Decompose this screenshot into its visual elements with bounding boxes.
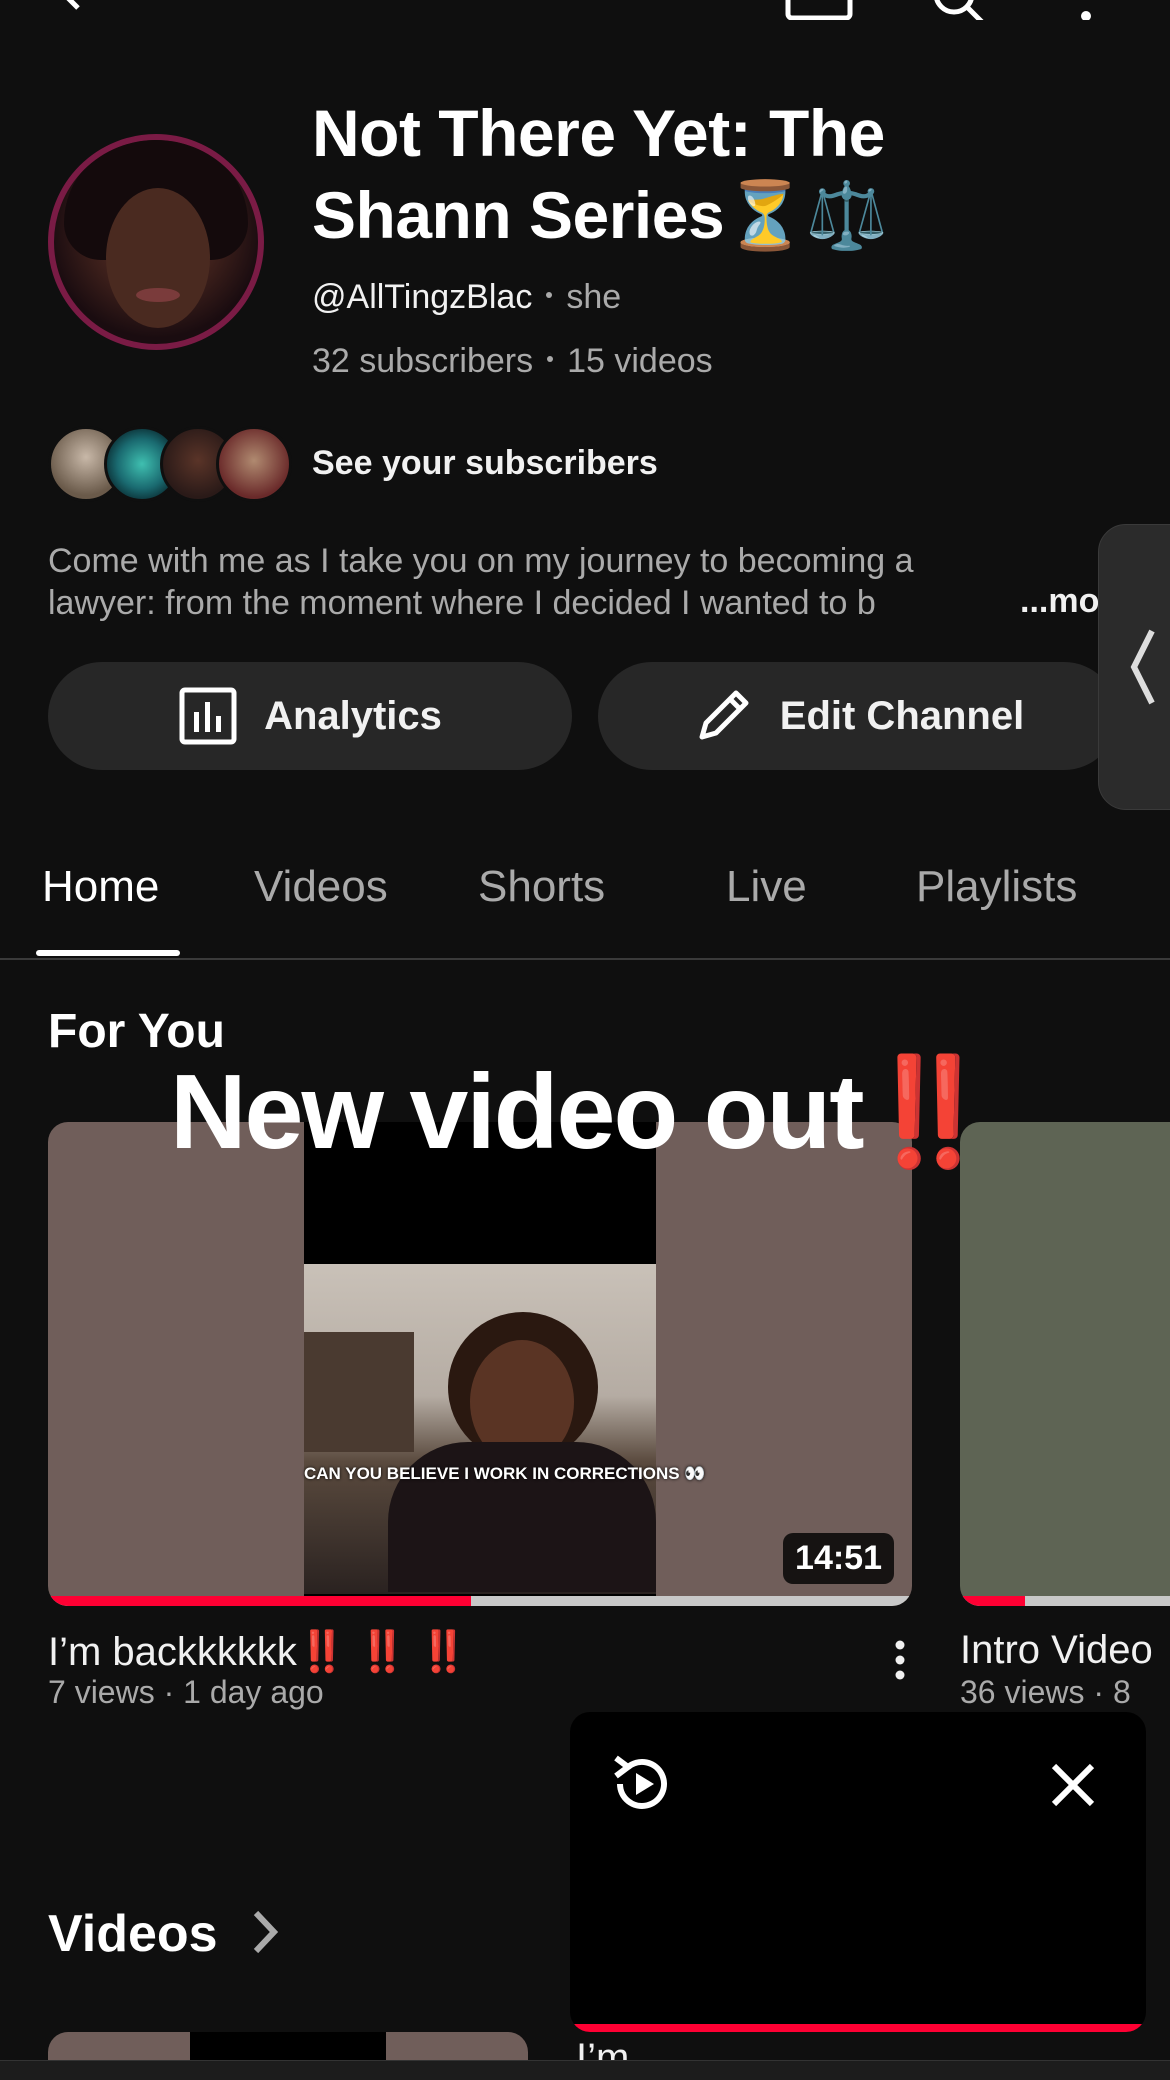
- description-line: Come with me as I take you on my journey…: [48, 542, 914, 580]
- tab-shorts[interactable]: Shorts: [478, 862, 605, 912]
- description-line: lawyer: from the moment where I decided …: [48, 584, 876, 622]
- video-thumbnail[interactable]: CAN YOU BELIEVE I WORK IN CORRECTIONS 👀 …: [48, 1122, 912, 1606]
- video-meta: 7 views · 1 day ago: [48, 1674, 324, 1710]
- chevron-left-icon: [1130, 629, 1155, 705]
- close-icon[interactable]: [1050, 1762, 1096, 1808]
- new-video-overlay: New video out‼️: [170, 1050, 994, 1174]
- pencil-icon: [699, 690, 749, 740]
- channel-title: Not There Yet: The Shann Series⏳⚖️: [312, 96, 888, 252]
- watch-progress-fill: [960, 1596, 1025, 1606]
- back-icon[interactable]: [52, 0, 92, 14]
- video-duration: 14:51: [783, 1533, 894, 1584]
- edit-channel-label: Edit Channel: [779, 693, 1025, 738]
- replay-icon[interactable]: [606, 1748, 678, 1820]
- more-vert-icon[interactable]: [1076, 0, 1096, 20]
- channel-avatar[interactable]: [48, 134, 264, 350]
- tab-live[interactable]: Live: [726, 862, 807, 912]
- subscriber-count: 32 subscribers: [312, 342, 534, 380]
- active-tab-indicator: [36, 950, 180, 956]
- channel-tabs: Home Videos Shorts Live Playlists: [0, 840, 1170, 960]
- channel-pronouns: she: [566, 278, 622, 316]
- watch-progress-fill: [48, 1596, 472, 1606]
- kebab-icon[interactable]: [880, 1636, 920, 1686]
- analytics-icon: [179, 687, 237, 745]
- avatar-face: [106, 188, 210, 328]
- videos-section-title[interactable]: Videos: [48, 1904, 280, 1964]
- separator-dot: [547, 356, 554, 363]
- analytics-label: Analytics: [264, 693, 442, 738]
- side-panel-handle[interactable]: [1098, 524, 1170, 810]
- overlay-text: New video out: [170, 1053, 865, 1171]
- top-app-bar: [0, 0, 1170, 20]
- mini-player[interactable]: [570, 1712, 1146, 2032]
- avatar-lip: [136, 288, 180, 302]
- stats-line: 32 subscribers 15 videos: [312, 342, 713, 381]
- mini-player-progress: [570, 2024, 1146, 2032]
- video-title-text: I’m backkkkkk: [48, 1630, 297, 1674]
- tab-videos[interactable]: Videos: [254, 862, 388, 912]
- video-title[interactable]: Intro Video: [960, 1628, 1153, 1673]
- watch-progress-track: [960, 1596, 1170, 1606]
- subscriber-avatar: [216, 426, 292, 502]
- tab-home[interactable]: Home: [42, 862, 159, 912]
- analytics-button[interactable]: Analytics: [48, 662, 572, 770]
- cast-icon[interactable]: [784, 0, 854, 20]
- video-title[interactable]: I’m backkkkkk‼️ ‼️ ‼️: [48, 1628, 469, 1675]
- thumbnail-caption: CAN YOU BELIEVE I WORK IN CORRECTIONS 👀: [304, 1464, 706, 1483]
- separator-dot: [546, 292, 553, 299]
- see-subscribers-link[interactable]: See your subscribers: [312, 444, 658, 483]
- thumbnail-headboard: [304, 1332, 414, 1452]
- tab-playlists[interactable]: Playlists: [916, 862, 1077, 912]
- edit-channel-button[interactable]: Edit Channel: [598, 662, 1118, 770]
- bottom-navigation-bar: [0, 2060, 1170, 2080]
- watch-progress-track: [48, 1596, 912, 1606]
- video-thumbnail[interactable]: [960, 1122, 1170, 1606]
- video-count: 15 videos: [567, 342, 713, 380]
- video-meta: 36 views · 8: [960, 1674, 1131, 1710]
- search-icon[interactable]: [928, 0, 988, 20]
- chevron-right-icon: [253, 1910, 279, 1954]
- subscriber-avatars[interactable]: [48, 426, 292, 502]
- handle-line: @AllTingzBlac she: [312, 278, 621, 317]
- channel-handle[interactable]: @AllTingzBlac: [312, 278, 532, 316]
- video-title-emoji: ‼️ ‼️ ‼️: [296, 1630, 469, 1674]
- videos-section-label: Videos: [48, 1905, 218, 1963]
- channel-description[interactable]: Come with me as I take you on my journey…: [48, 540, 1098, 624]
